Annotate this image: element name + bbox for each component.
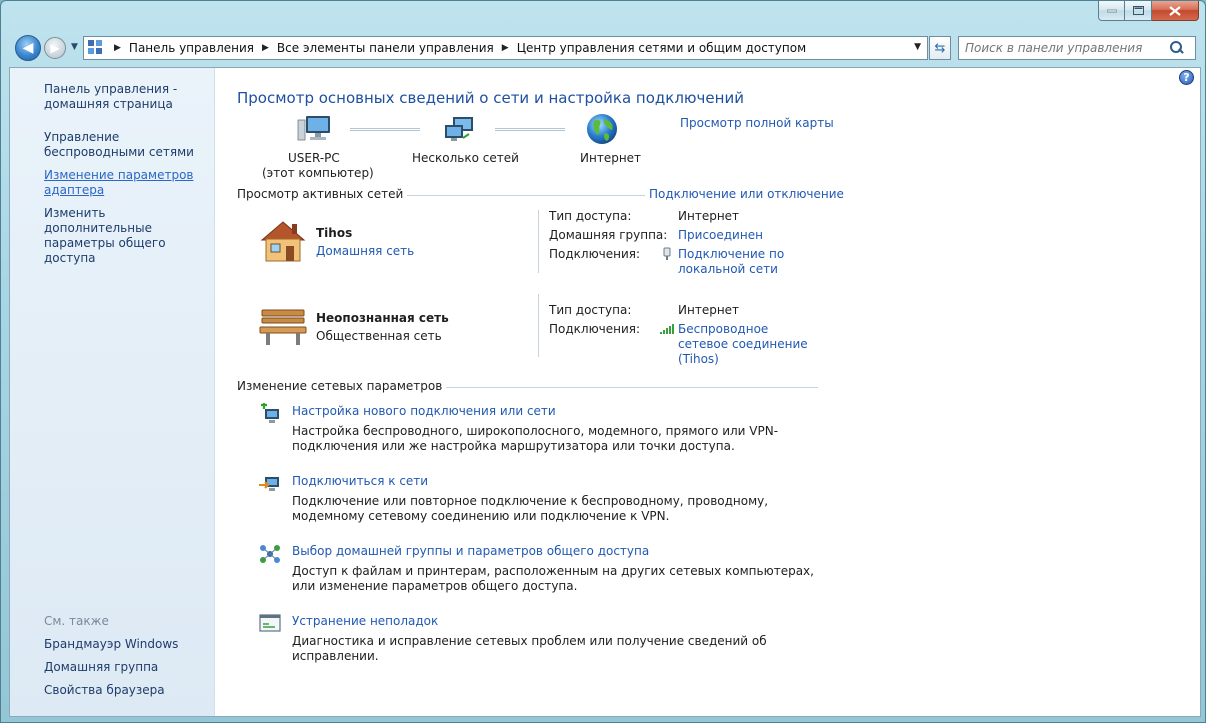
sidebar-item-adapter[interactable]: Изменение параметров адаптера <box>44 168 214 198</box>
task-homegroup-link[interactable]: Выбор домашней группы и параметров общег… <box>292 544 649 558</box>
sidebar-item-firewall[interactable]: Брандмауэр Windows <box>44 637 214 652</box>
search-input[interactable] <box>959 41 1164 55</box>
refresh-button[interactable]: ⇆ <box>929 36 951 60</box>
breadcrumb-network-center[interactable]: Центр управления сетями и общим доступом <box>517 41 806 55</box>
forward-button[interactable]: ▶ <box>44 37 66 59</box>
sidebar: Панель управления - домашняя страница Уп… <box>10 68 215 716</box>
map-connection-line <box>350 128 420 131</box>
task-description: Доступ к файлам и принтерам, расположенн… <box>292 564 814 593</box>
sidebar-item-wireless[interactable]: Управление беспроводными сетями <box>44 130 214 160</box>
ethernet-icon <box>663 247 671 260</box>
task-description: Диагностика и исправление сетевых пробле… <box>292 634 767 663</box>
access-type-value: Интернет <box>678 209 740 223</box>
task-connect-link[interactable]: Подключиться к сети <box>292 474 428 488</box>
search-box[interactable] <box>958 36 1196 60</box>
vertical-separator <box>538 210 539 273</box>
public-network-bench-icon <box>259 309 307 345</box>
network-type: Общественная сеть <box>316 329 442 343</box>
help-button[interactable]: ? <box>1179 70 1194 85</box>
full-map-link[interactable]: Просмотр полной карты <box>680 116 834 130</box>
breadcrumb-separator-icon[interactable]: ▶ <box>502 43 509 53</box>
access-type-label: Тип доступа: <box>549 209 632 223</box>
task-description: Настройка беспроводного, широкополосного… <box>292 424 779 453</box>
home-network-icon <box>260 221 306 262</box>
computer-icon <box>297 116 330 141</box>
active-networks-heading: Просмотр активных сетей <box>237 187 408 201</box>
multiple-networks-icon <box>445 117 473 141</box>
internet-label: Интернет <box>580 151 642 165</box>
minimize-button[interactable] <box>1098 1 1125 21</box>
computer-name: USER-PC <box>288 151 340 165</box>
back-arrow-icon: ◀ <box>22 40 34 56</box>
see-also-heading: См. также <box>44 614 109 628</box>
sidebar-item-sharing[interactable]: Изменить дополнительные параметры общего… <box>44 206 214 266</box>
wireless-connection-link[interactable]: Беспроводное сетевое соединение (Tihos) <box>678 322 818 367</box>
network-name: Tihos <box>316 226 353 240</box>
troubleshoot-icon <box>259 614 281 632</box>
breadcrumb-all-items[interactable]: Все элементы панели управления <box>277 41 494 55</box>
maximize-button[interactable] <box>1125 1 1152 21</box>
new-connection-icon <box>261 403 279 423</box>
homegroup-sharing-icon <box>260 545 280 563</box>
page-title: Просмотр основных сведений о сети и наст… <box>237 89 744 107</box>
change-settings-heading: Изменение сетевых параметров <box>237 379 447 393</box>
maximize-icon <box>1132 6 1144 15</box>
network-type-link[interactable]: Домашняя сеть <box>316 244 414 258</box>
network-name: Неопознанная сеть <box>316 311 449 325</box>
close-icon <box>1169 5 1181 16</box>
connect-disconnect-link[interactable]: Подключение или отключение <box>645 187 844 201</box>
address-bar[interactable]: ▶ Панель управления ▶ Все элементы панел… <box>83 36 928 60</box>
sidebar-home-link[interactable]: Панель управления - домашняя страница <box>44 82 214 112</box>
sidebar-item-homegroup[interactable]: Домашняя группа <box>44 660 214 675</box>
lan-connection-link[interactable]: Подключение по локальной сети <box>678 247 808 277</box>
sidebar-item-browser-props[interactable]: Свойства браузера <box>44 683 214 698</box>
search-icon[interactable] <box>1170 41 1184 55</box>
connections-label: Подключения: <box>549 247 641 261</box>
caption-buttons <box>1098 1 1199 21</box>
control-panel-icon <box>88 40 106 56</box>
connections-label: Подключения: <box>549 322 641 336</box>
task-description: Подключение или повторное подключение к … <box>292 494 769 523</box>
breadcrumb-separator-icon[interactable]: ▶ <box>262 43 269 53</box>
breadcrumb-separator-icon[interactable]: ▶ <box>114 43 121 53</box>
task-new-connection-link[interactable]: Настройка нового подключения или сети <box>292 404 556 418</box>
window: ◀ ▶ ▼ ▶ Панель управления ▶ Все элементы… <box>0 0 1206 723</box>
internet-globe-icon <box>587 114 617 144</box>
vertical-separator <box>538 294 539 357</box>
recent-pages-dropdown[interactable]: ▼ <box>71 42 78 52</box>
help-icon: ? <box>1183 71 1190 84</box>
breadcrumb-control-panel[interactable]: Панель управления <box>129 41 254 55</box>
forward-arrow-icon: ▶ <box>50 41 60 55</box>
address-dropdown-icon[interactable]: ▼ <box>914 42 921 52</box>
homegroup-link[interactable]: Присоединен <box>678 228 763 242</box>
computer-note: (этот компьютер) <box>262 166 374 180</box>
client-area: Панель управления - домашняя страница Уп… <box>9 67 1201 717</box>
networks-label: Несколько сетей <box>412 151 519 165</box>
task-troubleshoot-link[interactable]: Устранение неполадок <box>292 614 438 628</box>
access-type-value: Интернет <box>678 303 740 317</box>
refresh-icon: ⇆ <box>934 40 946 56</box>
minimize-icon <box>1106 9 1117 12</box>
wifi-signal-icon <box>660 324 674 334</box>
map-connection-line <box>495 128 565 131</box>
homegroup-label: Домашняя группа: <box>549 228 668 242</box>
access-type-label: Тип доступа: <box>549 303 632 317</box>
back-button[interactable]: ◀ <box>15 35 41 61</box>
navigation-bar: ◀ ▶ ▼ ▶ Панель управления ▶ Все элементы… <box>11 34 1201 62</box>
connect-to-network-icon <box>259 477 279 491</box>
close-button[interactable] <box>1152 1 1199 21</box>
